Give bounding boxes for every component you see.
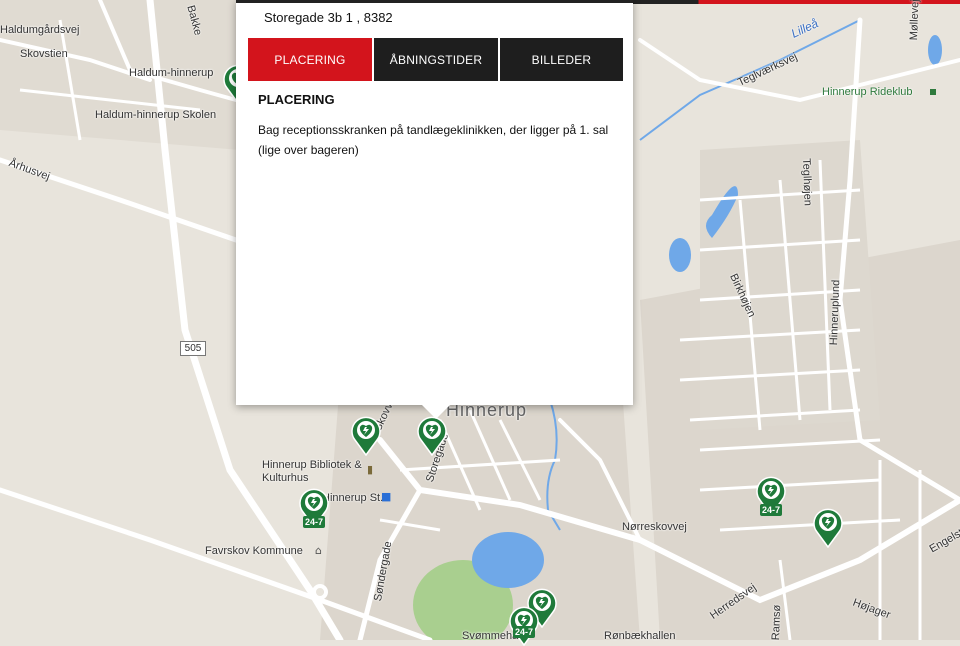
- popup-top-strip: [236, 0, 633, 3]
- tab-aabningstider[interactable]: ÅBNINGSTIDER: [372, 38, 498, 81]
- poi-label-favrskov-kommune: Favrskov Kommune: [205, 545, 303, 557]
- train-station-icon: ■: [381, 490, 392, 503]
- open-24-7-badge: 24-7: [303, 516, 325, 528]
- aed-marker-storegade[interactable]: [416, 414, 448, 456]
- aed-marker-icon: [351, 416, 381, 456]
- open-24-7-badge: 24-7: [760, 504, 782, 516]
- street-label-hinneruplund: Hinneruplund: [828, 279, 843, 346]
- street-label-moellevej: Møllevej: [908, 0, 922, 41]
- street-label-haldumgaardsvej: Haldumgårdsvej: [0, 24, 80, 36]
- aed-marker-noerreskovvej[interactable]: 24-7: [755, 474, 787, 516]
- place-label-haldum-hinnerup: Haldum-hinnerup: [129, 67, 214, 79]
- popup-address: Storegade 3b 1 , 8382: [264, 10, 393, 25]
- aed-info-popup: Storegade 3b 1 , 8382 PLACERING ÅBNINGST…: [236, 0, 633, 419]
- aed-marker-skovvej[interactable]: [350, 414, 382, 456]
- poi-label-raabaekhallen: Rønbækhallen: [604, 630, 676, 642]
- aed-marker-station[interactable]: 24-7: [298, 486, 330, 528]
- aed-marker-herredsvej[interactable]: [812, 506, 844, 548]
- popup-section-title: PLACERING: [258, 92, 335, 107]
- tab-placering[interactable]: PLACERING: [248, 38, 372, 81]
- popup-tabs: PLACERING ÅBNINGSTIDER BILLEDER: [248, 38, 623, 81]
- aed-marker-icon: [813, 508, 843, 548]
- library-icon: ▮: [367, 463, 374, 476]
- street-label-skovstien: Skovstien: [20, 48, 68, 60]
- tab-billeder[interactable]: BILLEDER: [498, 38, 623, 81]
- place-label-haldum-skolen: Haldum-hinnerup Skolen: [95, 109, 217, 121]
- poi-label-bibliotek: Hinnerup Bibliotek & Kulturhus: [262, 459, 362, 484]
- poi-label-rideklub: Hinnerup Rideklub: [822, 86, 913, 98]
- poi-label-hinnerup-st: Hinnerup St.: [322, 492, 384, 504]
- street-label-ramsoe: Ramsø: [770, 604, 784, 641]
- town-hall-icon: ⌂: [315, 544, 322, 557]
- street-label-teglhoejen: Teglhøjen: [800, 158, 814, 207]
- road-number-505: 505: [180, 341, 206, 356]
- open-24-7-badge: 24-7: [513, 626, 535, 638]
- aed-marker-icon: [417, 416, 447, 456]
- popup-description: Bag receptionsskranken på tandlægeklinik…: [258, 123, 609, 157]
- street-label-noerreskovvej: Nørreskovvej: [622, 521, 687, 533]
